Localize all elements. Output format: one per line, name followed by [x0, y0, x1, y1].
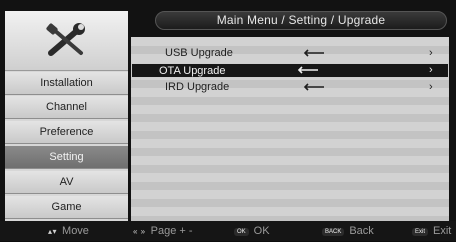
usb-upgrade-label: USB Upgrade — [165, 47, 233, 59]
chevron-right-icon: › — [429, 64, 433, 76]
key-hint-bar: ▴▾ Move « » Page + - OK OK BACK Back Exit Exi… — [0, 221, 456, 241]
sidebar-item-channel[interactable]: Channel — [5, 96, 128, 119]
page-arrows-icon: « » — [133, 227, 146, 236]
left-arrow-icon — [297, 66, 318, 74]
ota-upgrade-label: OTA Upgrade — [159, 65, 226, 77]
chevron-right-icon: › — [429, 47, 433, 59]
up-down-arrows-icon: ▴▾ — [48, 227, 58, 236]
hint-exit-label: Exit — [433, 225, 452, 237]
main-menu-sidebar: Installation Channel Preference Setting … — [5, 11, 128, 221]
ok-key-icon: OK — [234, 228, 249, 236]
menu-logo — [5, 11, 128, 71]
sidebar-item-game[interactable]: Game — [5, 196, 128, 219]
back-key-icon: BACK — [322, 228, 345, 236]
left-arrow-icon — [303, 49, 324, 57]
upgrade-options-panel: USB Upgrade › OTA Upgrade › IRD Upgrade … — [131, 37, 449, 221]
hint-exit: Exit Exit — [412, 221, 451, 242]
hint-page: « » Page + - — [133, 221, 193, 242]
sidebar-item-preference[interactable]: Preference — [5, 121, 128, 144]
exit-key-icon: Exit — [412, 228, 429, 236]
sidebar-item-installation[interactable]: Installation — [5, 72, 128, 95]
hint-page-label: Page + - — [150, 225, 193, 237]
sidebar-item-av[interactable]: AV — [5, 171, 128, 194]
left-arrow-icon — [303, 83, 324, 91]
usb-upgrade-row[interactable]: USB Upgrade › — [131, 46, 449, 61]
hint-move-label: Move — [62, 225, 89, 237]
sidebar-item-setting[interactable]: Setting — [5, 146, 128, 169]
hint-back: BACK Back — [322, 221, 374, 242]
hint-ok-label: OK — [253, 225, 270, 237]
ota-upgrade-row[interactable]: OTA Upgrade › — [131, 63, 449, 78]
hint-back-label: Back — [349, 225, 374, 237]
ird-upgrade-label: IRD Upgrade — [165, 81, 230, 93]
hint-move: ▴▾ Move — [48, 221, 89, 242]
hint-ok: OK OK — [234, 221, 270, 242]
chevron-right-icon: › — [429, 81, 433, 93]
upgrade-menu-screen: Main Menu / Setting / Upgrade Installati… — [0, 0, 456, 241]
tools-icon — [46, 23, 85, 56]
breadcrumb-title: Main Menu / Setting / Upgrade — [155, 11, 447, 30]
ird-upgrade-row[interactable]: IRD Upgrade › — [131, 80, 449, 95]
